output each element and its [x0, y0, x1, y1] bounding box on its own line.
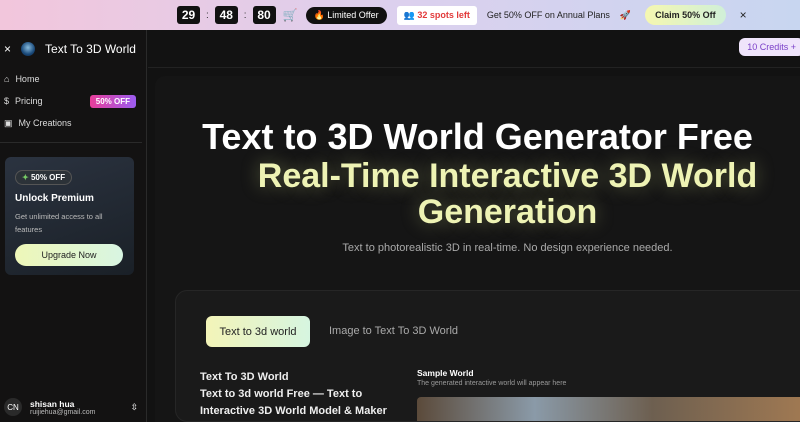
user-name: shisan hua	[30, 398, 75, 409]
sidebar-item-label: Pricing	[15, 96, 43, 106]
tab-text-to-3d[interactable]: Text to 3d world	[206, 316, 310, 347]
promo-text: Get 50% OFF on Annual Plans	[486, 10, 610, 20]
app-title: Text To 3D World	[45, 42, 136, 56]
sidebar-item-label: Home	[15, 74, 40, 84]
timer-hours: 29	[177, 6, 200, 24]
top-bar: 10 Credits +	[148, 30, 800, 68]
tab-image-to-3d[interactable]: Image to Text To 3D World	[329, 325, 458, 337]
credits-button[interactable]: 10 Credits +	[739, 38, 800, 56]
sidebar-item-label: My Creations	[18, 118, 72, 128]
sample-world-preview[interactable]	[417, 397, 800, 421]
rocket-icon: 🚀	[619, 9, 632, 20]
sample-title: Sample World	[417, 368, 474, 378]
cart-icon: 🛒	[282, 8, 298, 22]
premium-desc: Get unlimited access to all features	[15, 212, 103, 234]
spots-left-badge: 👥 32 spots left	[396, 5, 477, 25]
logo-icon	[21, 42, 36, 56]
discount-badge: 50% OFF	[89, 94, 136, 108]
sidebar-item-pricing[interactable]: $ Pricing 50% OFF	[0, 90, 146, 112]
chevron-updown-icon: ⇳	[130, 401, 138, 412]
image-icon: ▣	[4, 117, 13, 128]
limited-offer-label: Limited Offer	[327, 9, 379, 20]
sparkle-icon: ✦	[22, 173, 29, 182]
sidebar-item-my-creations[interactable]: ▣ My Creations	[0, 112, 146, 134]
close-banner-icon[interactable]: ×	[740, 8, 747, 22]
generator-subtitle: Text to 3d world Free — Text to Interact…	[200, 388, 387, 417]
user-email: ruijiehua@gmail.com	[30, 408, 96, 416]
avatar: CN	[4, 398, 22, 416]
offer-tag: ✦ 50% OFF	[15, 170, 73, 185]
hero-subtitle: Real-Time Interactive 3D World Generatio…	[257, 157, 758, 231]
premium-card: ✦ 50% OFF Unlock Premium Get unlimited a…	[5, 157, 134, 275]
spots-left-label: 32 spots left	[417, 9, 470, 20]
main-content: Text to 3D World Generator Free Real-Tim…	[155, 76, 800, 422]
user-menu[interactable]: CN shisan hua ruijiehua@gmail.com ⇳	[4, 398, 138, 416]
generator-card: Text to 3d world Image to Text To 3D Wor…	[175, 290, 800, 422]
sample-desc: The generated interactive world will app…	[417, 380, 567, 387]
hero-description: Text to photorealistic 3D in real-time. …	[342, 242, 673, 254]
sidebar-item-home[interactable]: ⌂ Home	[0, 68, 146, 90]
claim-offer-button[interactable]: Claim 50% Off	[645, 5, 726, 25]
divider	[0, 142, 142, 143]
home-icon: ⌂	[4, 74, 10, 84]
timer-minutes: 48	[214, 6, 238, 24]
offer-tag-label: 50% OFF	[30, 173, 66, 182]
promo-banner: 29: 48: 80 🛒 🔥 Limited Offer 👥 32 spots …	[0, 0, 800, 30]
premium-title: Unlock Premium	[15, 193, 94, 204]
sidebar: × Text To 3D World ⌂ Home $ Pricing 50% OFF…	[0, 30, 147, 422]
dollar-icon: $	[4, 96, 10, 106]
hero-title: Text to 3D World Generator Free	[202, 116, 753, 157]
generator-title: Text To 3D World	[200, 371, 289, 383]
upgrade-button[interactable]: Upgrade Now	[15, 244, 123, 266]
close-sidebar-icon[interactable]: ×	[4, 42, 11, 56]
timer-seconds: 80	[252, 6, 276, 24]
generator-heading: Text To 3D World Text to 3d world Free —…	[200, 369, 400, 420]
limited-offer-badge: 🔥 Limited Offer	[305, 6, 387, 24]
